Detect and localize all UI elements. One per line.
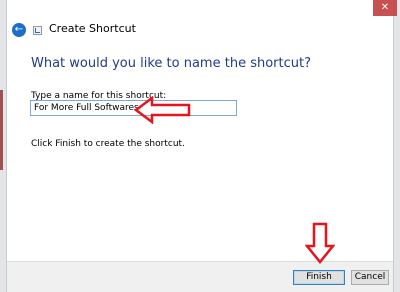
close-icon[interactable]: ✕: [373, 0, 397, 16]
window-frame-right: [393, 0, 400, 292]
wizard-content: What would you like to name the shortcut…: [7, 42, 393, 262]
page-heading: What would you like to name the shortcut…: [31, 56, 311, 71]
finish-hint: Click Finish to create the shortcut.: [31, 139, 185, 149]
annotation-arrow-left-icon: [134, 96, 191, 124]
cancel-button[interactable]: Cancel: [351, 270, 389, 285]
back-arrow-icon[interactable]: ←: [12, 23, 26, 37]
window-title: Create Shortcut: [49, 22, 136, 35]
annotation-arrow-down-icon: [305, 222, 335, 264]
finish-button[interactable]: Finish: [293, 270, 345, 285]
background-window-edge: [0, 90, 3, 170]
wizard-icon: [33, 26, 42, 35]
button-bar: Finish Cancel: [7, 261, 393, 292]
title-bar: ← Create Shortcut: [7, 0, 393, 42]
